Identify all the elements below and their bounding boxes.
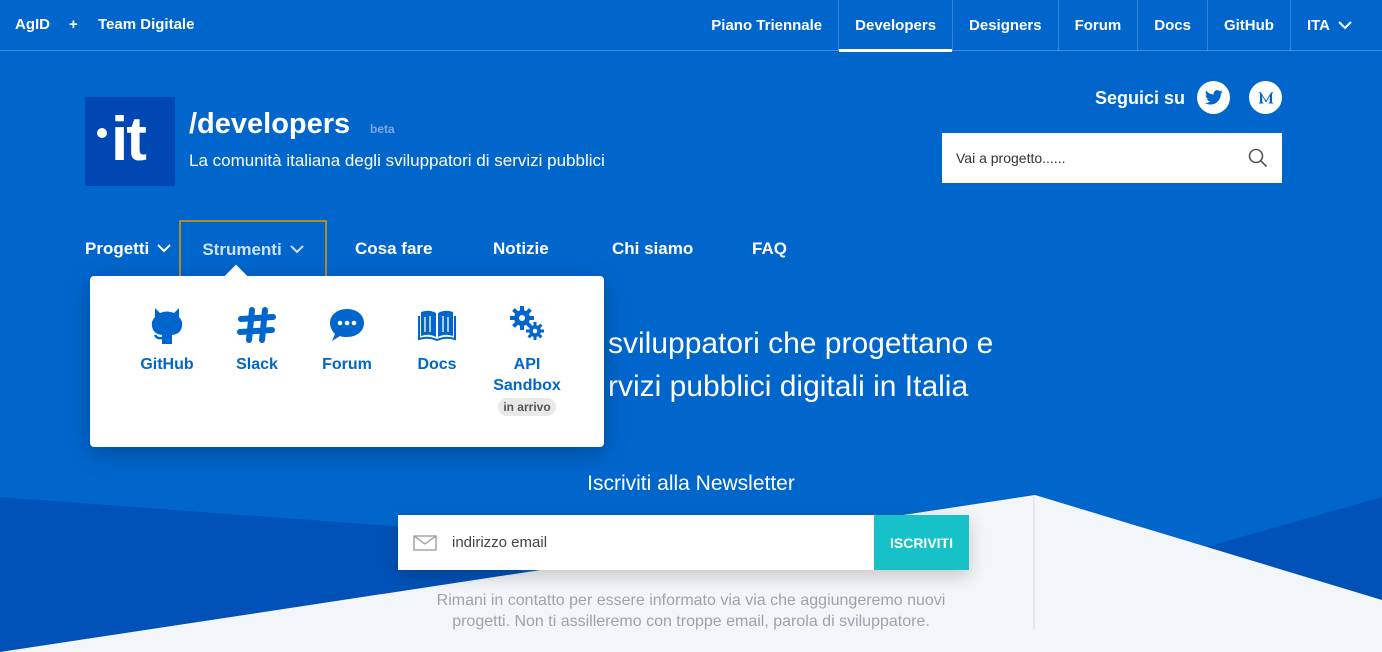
tool-forum-label: Forum	[322, 356, 372, 373]
main-nav-strumenti-label: Strumenti	[202, 239, 282, 259]
newsletter-envelope	[398, 515, 452, 570]
hero-line-2: rvizi pubblici digitali in Italia	[608, 370, 969, 403]
newsletter-form: ISCRIVITI	[398, 515, 969, 570]
book-icon	[418, 310, 456, 342]
main-nav-faq[interactable]: FAQ	[752, 220, 787, 277]
top-nav-designers[interactable]: Designers	[952, 0, 1058, 51]
hero-line-1: sviluppatori che progettano e	[608, 327, 994, 360]
language-selector[interactable]: ITA	[1289, 0, 1382, 51]
project-search	[942, 133, 1282, 183]
site-tagline: La comunità italiana degli sviluppatori …	[189, 151, 605, 170]
envelope-icon	[413, 534, 437, 551]
coming-soon-badge: in arrivo	[498, 398, 556, 416]
tool-api-sandbox[interactable]: API Sandbox in arrivo	[487, 304, 567, 416]
brand-team-digitale-link[interactable]: Team Digitale	[98, 16, 194, 33]
tool-github-label: GitHub	[140, 356, 194, 373]
top-bar: AgID + Team Digitale Piano Triennale Dev…	[0, 0, 1382, 52]
tool-docs-label: Docs	[417, 356, 457, 373]
medium-link[interactable]	[1249, 81, 1282, 114]
tool-slack[interactable]: Slack	[217, 304, 297, 375]
logo-dot	[97, 128, 107, 138]
main-nav-strumenti[interactable]: Strumenti	[179, 220, 327, 277]
hero-heading: sviluppatori che progettano e rvizi pubb…	[608, 322, 993, 408]
top-nav-github[interactable]: GitHub	[1206, 0, 1290, 51]
brand-plus: +	[69, 16, 78, 33]
tool-forum[interactable]: Forum	[307, 304, 387, 375]
logo-text: it	[111, 105, 147, 174]
medium-icon	[1258, 92, 1273, 104]
chevron-down-icon	[289, 245, 304, 254]
github-icon	[151, 308, 183, 344]
top-nav-forum[interactable]: Forum	[1057, 0, 1138, 51]
newsletter-note-text: Rimani in contatto per essere informato …	[436, 592, 946, 630]
slack-icon	[237, 307, 276, 343]
twitter-icon	[1204, 90, 1223, 105]
newsletter-email-input[interactable]	[452, 515, 874, 570]
language-label: ITA	[1306, 17, 1330, 34]
top-nav: Piano Triennale Developers Designers For…	[695, 0, 1382, 52]
top-nav-piano-triennale[interactable]: Piano Triennale	[695, 0, 838, 51]
tool-api-sandbox-label: API Sandbox	[493, 356, 561, 394]
tool-slack-label: Slack	[236, 356, 278, 373]
project-search-input[interactable]	[956, 150, 1248, 166]
follow-label: Seguici su	[1095, 88, 1186, 108]
main-nav-notizie[interactable]: Notizie	[493, 220, 549, 277]
main-nav-cosa-fare[interactable]: Cosa fare	[355, 220, 432, 277]
strumenti-dropdown: GitHub Slack Forum Docs API Sandbox in a…	[90, 276, 604, 447]
chevron-down-icon	[1338, 21, 1352, 30]
site-logo[interactable]: it	[85, 97, 175, 186]
main-nav-progetti[interactable]: Progetti	[85, 220, 177, 277]
search-icon[interactable]	[1248, 148, 1268, 168]
main-nav-chi-siamo[interactable]: Chi siamo	[612, 220, 693, 277]
newsletter-note: Rimani in contatto per essere informato …	[0, 590, 1382, 632]
twitter-link[interactable]	[1197, 81, 1230, 114]
top-nav-docs[interactable]: Docs	[1137, 0, 1207, 51]
beta-badge: beta	[370, 122, 395, 136]
chevron-down-icon	[157, 244, 171, 253]
top-nav-developers[interactable]: Developers	[838, 0, 952, 52]
tool-github[interactable]: GitHub	[127, 304, 207, 375]
forum-icon	[330, 309, 364, 341]
tool-docs[interactable]: Docs	[397, 304, 477, 375]
newsletter-title: Iscriviti alla Newsletter	[587, 472, 795, 495]
gears-icon	[510, 306, 544, 340]
brand-agid-link[interactable]: AgID	[15, 16, 50, 33]
newsletter-subscribe-button[interactable]: ISCRIVITI	[874, 515, 969, 570]
main-nav-progetti-label: Progetti	[85, 238, 150, 258]
site-title[interactable]: /developers	[189, 108, 350, 141]
